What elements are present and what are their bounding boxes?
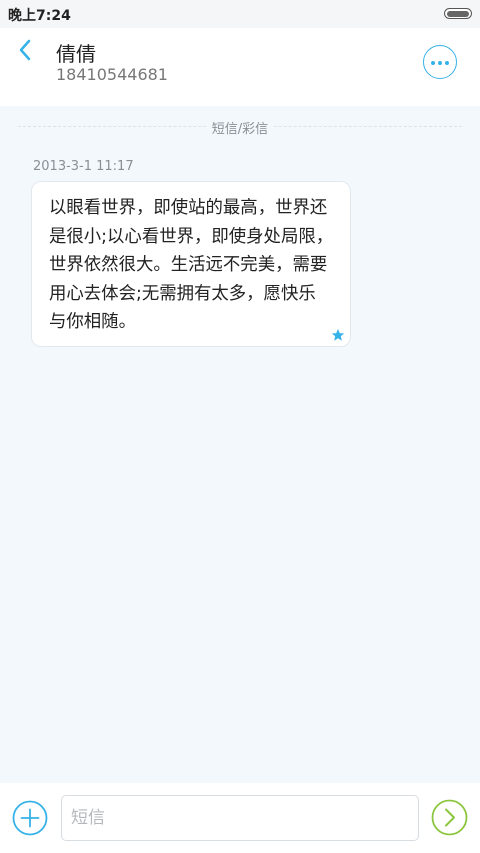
add-attachment-button[interactable] (12, 800, 48, 836)
message-type-label-wrap: 短信/彩信 (0, 118, 480, 137)
message-line: 与你相随。 (49, 312, 136, 332)
message-line: 用心去体会;无需拥有太多，愿快乐 (49, 283, 316, 304)
send-button[interactable] (431, 799, 468, 836)
message-type-label: 短信/彩信 (205, 122, 275, 137)
plus-icon (12, 800, 48, 836)
chevron-left-icon (19, 39, 31, 61)
star-icon (331, 329, 345, 341)
message-line: 世界依然很大。生活远不完美，需要 (49, 255, 328, 275)
more-dots-icon (431, 61, 435, 65)
conversation-header: 倩倩 18410544681 (0, 28, 480, 106)
contact-name: 倩倩 (56, 42, 96, 66)
status-time: 晚上7:24 (8, 8, 71, 24)
send-chevron-icon (431, 799, 468, 836)
battery-icon (444, 8, 472, 19)
status-bar: 晚上7:24 (0, 0, 480, 28)
message-line: 以眼看世界，即使站的最高，世界还 (49, 198, 328, 218)
more-dot (445, 61, 449, 65)
composer-bar (0, 783, 480, 853)
message-bubble[interactable]: 以眼看世界，即使站的最高，世界还 是很小;以心看世界，即使身处局限， 世界依然很… (31, 181, 351, 347)
contact-phone: 18410544681 (56, 65, 168, 84)
more-dot (438, 61, 442, 65)
message-line: 是很小;以心看世界，即使身处局限， (49, 226, 334, 247)
sms-input[interactable] (61, 795, 419, 841)
back-button[interactable] (14, 36, 38, 64)
message-timestamp: 2013-3-1 11:17 (33, 159, 134, 174)
message-text: 以眼看世界，即使站的最高，世界还 是很小;以心看世界，即使身处局限， 世界依然很… (49, 194, 339, 337)
more-options-button[interactable] (423, 45, 457, 79)
